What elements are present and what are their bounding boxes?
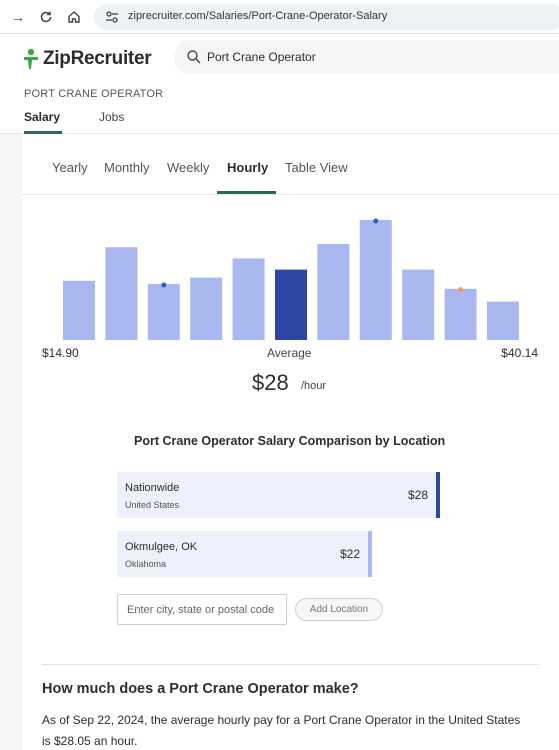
histogram-marker <box>373 218 379 224</box>
histogram-marker <box>161 282 167 288</box>
location-name: Nationwide <box>125 482 180 494</box>
location-value: $28 <box>408 488 429 502</box>
home-icon[interactable] <box>64 7 84 27</box>
location-input[interactable]: Enter city, state or postal code <box>117 594 287 625</box>
histogram-bar[interactable] <box>359 220 392 340</box>
salary-histogram <box>63 218 519 340</box>
address-bar[interactable]: ziprecruiter.com/Salaries/Port-Crane-Ope… <box>94 4 559 30</box>
tab-salary[interactable]: Salary <box>24 110 60 124</box>
chart-average-label: Average <box>267 346 312 360</box>
chart-min-label: $14.90 <box>42 346 79 360</box>
location-region: Oklahoma <box>125 559 167 569</box>
location-bar <box>117 531 368 577</box>
histogram-bar[interactable] <box>317 244 350 340</box>
search-icon <box>187 50 201 64</box>
location-value: $22 <box>340 547 361 561</box>
logo-text: ZipRecruiter <box>43 48 152 69</box>
comparison-title: Port Crane Operator Salary Comparison by… <box>134 434 446 448</box>
site-settings-icon[interactable] <box>104 9 120 25</box>
histogram-bar[interactable] <box>275 269 307 340</box>
location-row-okmulgee[interactable]: Okmulgee, OK Oklahoma $22 <box>117 531 440 577</box>
histogram-bar[interactable] <box>63 280 95 340</box>
faq-title: How much does a Port Crane Operator make… <box>42 681 359 697</box>
tab-monthly[interactable]: Monthly <box>104 160 150 175</box>
tab-weekly[interactable]: Weekly <box>167 160 209 175</box>
search-value: Port Crane Operator <box>207 50 316 64</box>
tab-jobs[interactable]: Jobs <box>99 110 124 124</box>
salary-card: Yearly Monthly Weekly Hourly Table View … <box>22 134 559 750</box>
ziprecruiter-logo[interactable]: ZipRecruiter <box>22 46 152 72</box>
location-region: United States <box>125 500 180 510</box>
tab-yearly[interactable]: Yearly <box>52 160 88 175</box>
location-name: Okmulgee, OK <box>125 541 198 553</box>
location-input-placeholder: Enter city, state or postal code <box>127 604 275 616</box>
browser-toolbar: → ziprecruiter.com/Salaries/Port-Crane-O… <box>0 0 559 34</box>
period-tabs: Yearly Monthly Weekly Hourly Table View <box>22 134 559 194</box>
site-header: ZipRecruiter Port Crane Operator <box>0 34 559 82</box>
search-input[interactable]: Port Crane Operator <box>174 40 559 74</box>
average-pay-unit: /hour <box>301 380 327 392</box>
histogram-bar[interactable] <box>487 301 519 340</box>
histogram-bar[interactable] <box>402 269 435 340</box>
histogram-bar[interactable] <box>444 288 477 340</box>
chart-max-label: $40.14 <box>501 346 538 360</box>
location-row-nationwide[interactable]: Nationwide United States $28 <box>117 472 440 518</box>
histogram-bar[interactable] <box>105 247 138 340</box>
forward-icon[interactable]: → <box>8 7 28 27</box>
location-bar-accent <box>436 472 440 518</box>
average-pay-value: $28 <box>252 370 289 395</box>
histogram-bar[interactable] <box>147 284 180 340</box>
tab-hourly[interactable]: Hourly <box>227 160 268 175</box>
add-location-label: Add Location <box>309 604 369 615</box>
location-bar-accent <box>368 531 372 577</box>
logo-icon <box>24 48 38 69</box>
histogram-marker <box>458 287 464 293</box>
reload-icon[interactable] <box>36 7 56 27</box>
tab-table-view[interactable]: Table View <box>285 160 348 175</box>
location-bar <box>117 472 436 518</box>
add-location-button[interactable]: Add Location <box>295 598 383 621</box>
page-title: PORT CRANE OPERATOR <box>24 88 164 100</box>
page-gutter <box>0 134 22 750</box>
faq-body: As of Sep 22, 2024, the average hourly p… <box>42 713 521 748</box>
job-subheader: PORT CRANE OPERATOR Salary Jobs <box>0 82 559 134</box>
url-text: ziprecruiter.com/Salaries/Port-Crane-Ope… <box>128 10 388 22</box>
section-divider <box>42 664 539 665</box>
histogram-bar[interactable] <box>232 258 265 340</box>
histogram-bar[interactable] <box>190 277 223 340</box>
